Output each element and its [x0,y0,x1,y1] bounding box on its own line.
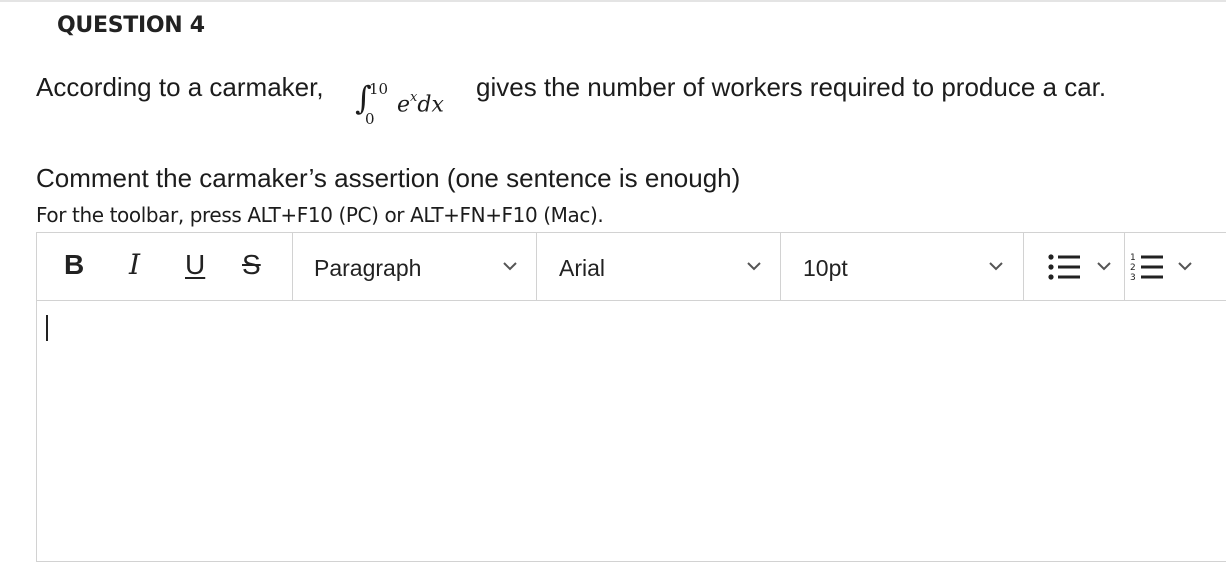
toolbar-separator [780,233,781,301]
underline-button[interactable]: U [185,251,205,279]
top-divider [0,0,1226,2]
question-instruction: Comment the carmaker’s assertion (one se… [36,163,741,193]
editor-toolbar: B I U S Paragraph Arial 10pt 1 2 3 [37,233,1226,301]
editor-body[interactable] [37,301,1226,561]
text-cursor [46,315,48,341]
chevron-down-icon [1178,262,1192,271]
question-prompt-before: According to a carmaker, [36,72,324,102]
integral-expression: ∫ 10 0 exdx [355,78,470,128]
rich-text-editor: B I U S Paragraph Arial 10pt 1 2 3 [36,232,1226,562]
integrand: exdx [397,90,444,118]
integrand-base: e [397,92,411,118]
italic-button[interactable]: I [129,251,140,279]
integral-lower-limit: 0 [365,110,375,128]
chevron-down-icon [1097,262,1111,271]
bold-button[interactable]: B [64,251,84,279]
paragraph-select-label: Paragraph [314,255,422,281]
font-select-label: Arial [559,255,606,281]
toolbar-separator [536,233,537,301]
toolbar-hint: For the toolbar, press ALT+F10 (PC) or A… [36,203,604,227]
svg-text:3: 3 [1130,273,1136,283]
integrand-differential: dx [417,92,444,118]
toolbar-separator [292,233,293,301]
toolbar-separator [1124,233,1125,301]
question-title: QUESTION 4 [57,13,205,38]
chevron-down-icon [503,262,517,271]
bullet-list-icon [1048,254,1080,280]
svg-text:1: 1 [1130,253,1136,263]
integral-upper-limit: 10 [369,80,389,98]
integrand-exponent: x [410,90,418,105]
toolbar-separator [1023,233,1024,301]
font-size-select-label: 10pt [803,255,848,281]
numbered-list-icon: 1 2 3 [1130,253,1163,283]
chevron-down-icon [747,262,761,271]
strikethrough-button[interactable]: S [242,251,261,279]
svg-text:2: 2 [1130,263,1136,273]
chevron-down-icon [989,262,1003,271]
question-prompt-after: gives the number of workers required to … [476,72,1107,102]
